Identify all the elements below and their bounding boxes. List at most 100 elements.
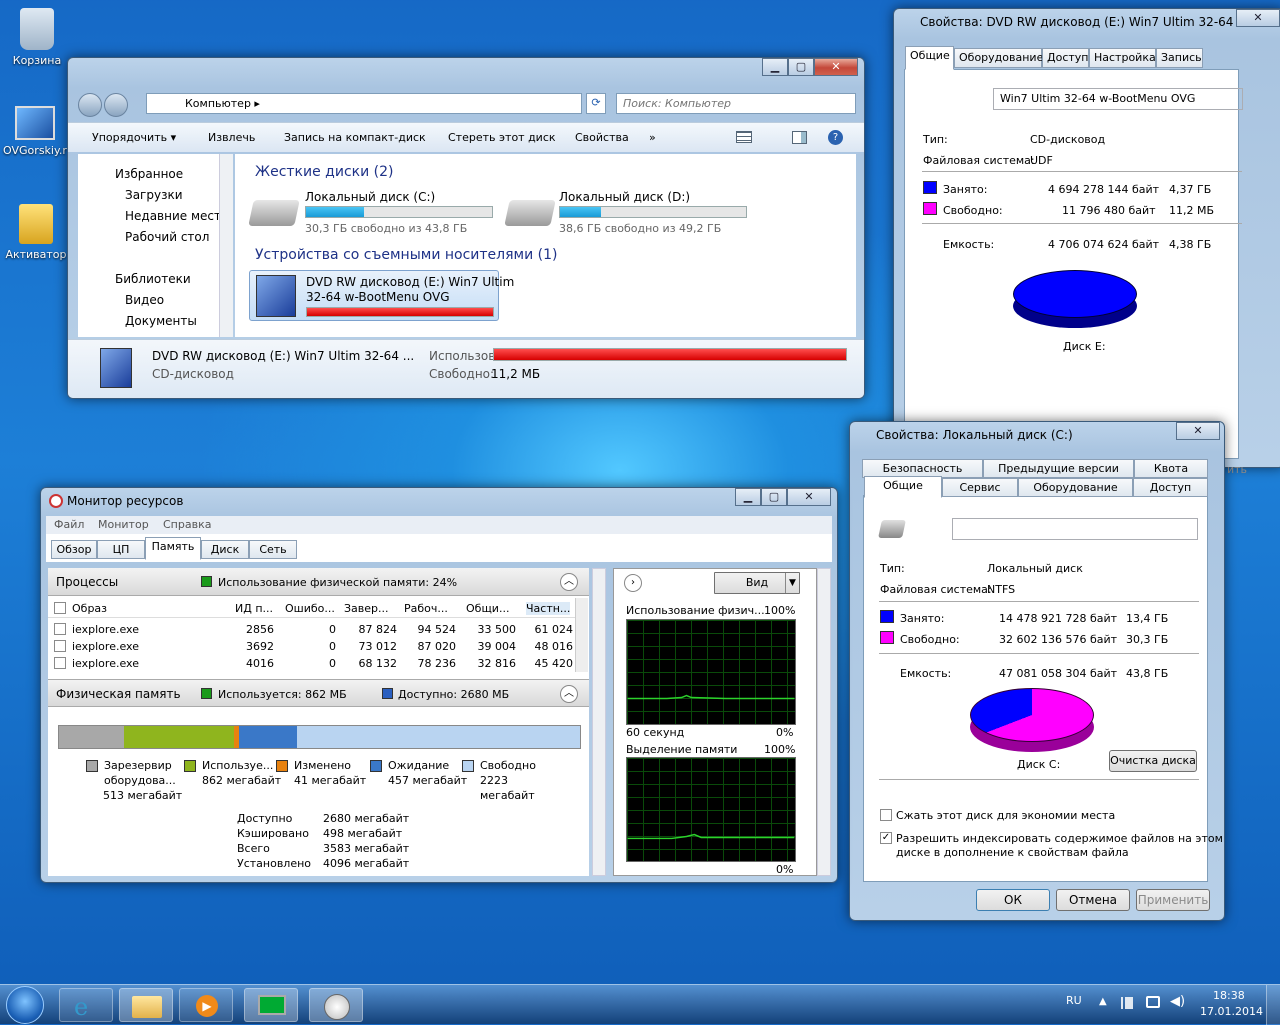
- clock-time[interactable]: 18:38: [1213, 989, 1245, 1002]
- graph-scrollbar[interactable]: [817, 568, 831, 876]
- recent-item[interactable]: Недавние места: [125, 209, 228, 223]
- cancel-button[interactable]: Отмена: [1056, 889, 1130, 911]
- drive-c-name[interactable]: Локальный диск (C:): [305, 190, 435, 204]
- hard-disks-group[interactable]: Жесткие диски (2): [255, 164, 393, 180]
- apply-button[interactable]: Применить: [1136, 889, 1210, 911]
- index-checkbox[interactable]: ✓: [880, 832, 892, 844]
- col-shareable[interactable]: Общи...: [466, 602, 509, 615]
- tab-customize[interactable]: Настройка: [1089, 48, 1156, 68]
- removable-group[interactable]: Устройства со съемными носителями (1): [255, 247, 557, 263]
- compress-checkbox[interactable]: [880, 809, 892, 821]
- volume-icon[interactable]: ◀): [1170, 994, 1185, 1009]
- language-indicator[interactable]: RU: [1066, 994, 1082, 1007]
- drive-c-icon[interactable]: [248, 200, 300, 226]
- maximize-button[interactable]: ▢: [761, 488, 787, 506]
- col-private[interactable]: Частн...: [526, 602, 571, 615]
- dvd-label-field[interactable]: Win7 Ultim 32-64 w-BootMenu OVG: [993, 88, 1243, 110]
- video-item[interactable]: Видео: [125, 293, 164, 307]
- more-button[interactable]: »: [649, 131, 656, 144]
- properties-button[interactable]: Свойства: [575, 131, 629, 144]
- help-icon[interactable]: ?: [828, 130, 843, 145]
- action-center-flag-icon[interactable]: [1121, 997, 1133, 1009]
- left-pane-scrollbar[interactable]: [592, 568, 606, 876]
- row-checkbox[interactable]: [54, 623, 66, 635]
- table-row[interactable]: iexplore.exe 2856 0 87 824 94 524 33 500 61 02…: [48, 620, 575, 637]
- tab-hardware[interactable]: Оборудование: [954, 48, 1043, 68]
- desktop-item[interactable]: Рабочий стол: [125, 230, 209, 244]
- col-commit[interactable]: Завер...: [344, 602, 389, 615]
- documents-item[interactable]: Документы: [125, 314, 197, 328]
- address-bar[interactable]: Компьютер ▸: [146, 93, 582, 114]
- media-player-taskbar-button[interactable]: ▶: [179, 988, 233, 1022]
- process-scrollbar[interactable]: [575, 598, 588, 672]
- forward-button[interactable]: [104, 93, 128, 117]
- col-faults[interactable]: Ошибо...: [285, 602, 335, 615]
- tab-overview[interactable]: Обзор: [51, 540, 97, 559]
- network-icon[interactable]: [1146, 996, 1160, 1008]
- close-button[interactable]: ✕: [1236, 9, 1280, 27]
- view-dropdown[interactable]: Вид ▼: [714, 572, 800, 594]
- collapse-icon[interactable]: ︿: [560, 573, 578, 591]
- menu-monitor[interactable]: Монитор: [98, 518, 149, 531]
- view-icon[interactable]: [736, 131, 752, 143]
- preview-pane-icon[interactable]: [792, 131, 807, 144]
- close-button[interactable]: ✕: [787, 488, 831, 506]
- expand-icon[interactable]: ›: [624, 574, 642, 592]
- organize-button[interactable]: Упорядочить ▾: [92, 131, 176, 144]
- maximize-button[interactable]: ▢: [788, 58, 814, 76]
- dvd-drive-tile[interactable]: DVD RW дисковод (E:) Win7 Ultim 32-64 w-…: [249, 270, 514, 321]
- processes-header[interactable]: Процессы Использование физической памяти…: [48, 568, 589, 596]
- drive-d-icon[interactable]: [504, 200, 556, 226]
- ie-taskbar-button[interactable]: e: [59, 988, 113, 1022]
- tab-sharing[interactable]: Доступ: [1042, 48, 1089, 68]
- favorites-item[interactable]: Избранное: [115, 167, 183, 181]
- table-row[interactable]: iexplore.exe 3692 0 73 012 87 020 39 004 48 01…: [48, 637, 575, 654]
- activator-icon[interactable]: Активатор: [1, 204, 71, 261]
- tab-sharing[interactable]: Доступ: [1133, 478, 1208, 497]
- notification-chevron-icon[interactable]: ▲: [1099, 996, 1107, 1007]
- recycle-bin-icon[interactable]: Корзина: [2, 8, 72, 67]
- tab-disk[interactable]: Диск: [201, 540, 249, 559]
- tab-general[interactable]: Общие: [905, 46, 954, 70]
- collapse-icon[interactable]: ︿: [560, 685, 578, 703]
- tab-cpu[interactable]: ЦП: [97, 540, 145, 559]
- gauge-taskbar-button[interactable]: [309, 988, 363, 1022]
- tab-hardware[interactable]: Оборудование: [1018, 478, 1133, 497]
- drive-d-name[interactable]: Локальный диск (D:): [559, 190, 690, 204]
- tab-recording[interactable]: Запись: [1156, 48, 1203, 68]
- row-checkbox[interactable]: [54, 657, 66, 669]
- tab-network[interactable]: Сеть: [249, 540, 297, 559]
- ok-button[interactable]: ОК: [976, 889, 1050, 911]
- nav-scrollbar[interactable]: [219, 154, 233, 337]
- tab-general[interactable]: Общие: [864, 476, 942, 498]
- disk-cleanup-button[interactable]: Очистка диска: [1109, 750, 1197, 772]
- eject-button[interactable]: Извлечь: [208, 131, 255, 144]
- close-button[interactable]: ✕: [1176, 422, 1220, 440]
- close-button[interactable]: ✕: [814, 58, 858, 76]
- physical-memory-header[interactable]: Физическая память Используется: 862 МБ Д…: [48, 679, 589, 707]
- site-shortcut-icon[interactable]: OVGorskiy.r: [0, 106, 70, 157]
- select-all-checkbox[interactable]: [54, 602, 66, 614]
- c-label-field[interactable]: [952, 518, 1198, 540]
- menu-file[interactable]: Файл: [54, 518, 84, 531]
- clock-date[interactable]: 17.01.2014: [1200, 1005, 1263, 1018]
- col-pid[interactable]: ИД п...: [235, 602, 273, 615]
- explorer-taskbar-button[interactable]: [119, 988, 173, 1022]
- resmon-taskbar-button[interactable]: [244, 988, 298, 1022]
- table-row[interactable]: iexplore.exe 4016 0 68 132 78 236 32 816 45 42…: [48, 654, 575, 671]
- menu-help[interactable]: Справка: [163, 518, 211, 531]
- downloads-item[interactable]: Загрузки: [125, 188, 183, 202]
- minimize-button[interactable]: ▁: [735, 488, 761, 506]
- tab-tools[interactable]: Сервис: [942, 478, 1018, 497]
- minimize-button[interactable]: ▁: [762, 58, 788, 76]
- col-image[interactable]: Образ: [72, 602, 107, 615]
- search-input[interactable]: [616, 93, 856, 114]
- refresh-button[interactable]: ⟳: [586, 93, 606, 114]
- show-desktop-button[interactable]: [1266, 985, 1280, 1025]
- start-button[interactable]: [6, 986, 44, 1024]
- tab-memory[interactable]: Память: [145, 537, 201, 560]
- burn-button[interactable]: Запись на компакт-диск: [284, 131, 426, 144]
- erase-button[interactable]: Стереть этот диск: [448, 131, 556, 144]
- back-button[interactable]: [78, 93, 102, 117]
- row-checkbox[interactable]: [54, 640, 66, 652]
